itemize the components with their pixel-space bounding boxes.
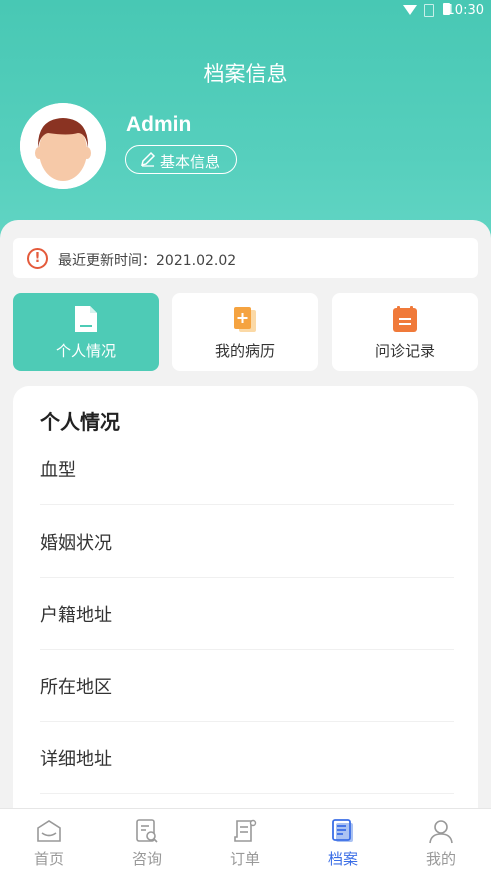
medical-record-icon bbox=[234, 307, 256, 332]
field-label: 户籍地址 bbox=[40, 605, 112, 626]
nav-profile-label: 我的 bbox=[425, 850, 456, 868]
field-marital-status[interactable]: 婚姻状况 bbox=[40, 505, 454, 578]
nav-order-label: 订单 bbox=[229, 850, 260, 868]
tab-consultation-record-label: 问诊记录 bbox=[374, 342, 435, 360]
tab-medical-record-label: 我的病历 bbox=[214, 342, 275, 360]
nav-home-label: 首页 bbox=[33, 850, 64, 868]
consultation-record-icon bbox=[393, 306, 417, 332]
edit-icon bbox=[140, 151, 156, 167]
archive-icon bbox=[332, 819, 353, 842]
nav-archive-label: 档案 bbox=[327, 850, 358, 868]
nav-consult-label: 咨询 bbox=[131, 850, 162, 868]
personal-info-card: 个人情况 血型 婚姻状况 户籍地址 所在地区 详细地址 bbox=[13, 386, 478, 816]
update-notice: ! 最近更新时间：2021.02.02 bbox=[13, 238, 478, 278]
tab-personal[interactable]: 个人情况 bbox=[13, 293, 159, 371]
status-time: 10:30 bbox=[446, 3, 484, 18]
wifi-icon bbox=[403, 5, 417, 15]
field-household-address[interactable]: 户籍地址 bbox=[40, 577, 454, 650]
nav-order[interactable]: 订单 bbox=[196, 809, 294, 875]
avatar[interactable] bbox=[20, 103, 106, 189]
nav-archive[interactable]: 档案 bbox=[294, 809, 392, 875]
home-icon bbox=[37, 820, 61, 842]
field-label: 详细地址 bbox=[40, 749, 112, 770]
field-region[interactable]: 所在地区 bbox=[40, 649, 454, 722]
tab-medical-record[interactable]: 我的病历 bbox=[172, 293, 318, 371]
nav-home[interactable]: 首页 bbox=[0, 809, 98, 875]
profile-icon bbox=[429, 820, 453, 844]
document-icon bbox=[75, 306, 97, 332]
username: Admin bbox=[126, 113, 192, 136]
sim-icon bbox=[424, 4, 434, 17]
tab-personal-label: 个人情况 bbox=[55, 342, 116, 360]
alert-icon: ! bbox=[27, 248, 48, 269]
field-label: 所在地区 bbox=[40, 677, 112, 698]
field-detailed-address[interactable]: 详细地址 bbox=[40, 721, 454, 794]
field-label: 婚姻状况 bbox=[40, 533, 112, 554]
status-bar: 10:30 bbox=[291, 0, 491, 22]
nav-consult[interactable]: 咨询 bbox=[98, 809, 196, 875]
content-panel: ! 最近更新时间：2021.02.02 个人情况 我的病历 问诊记录 个人情况 bbox=[0, 220, 491, 816]
page-title: 档案信息 bbox=[203, 62, 288, 86]
bottom-nav: 首页 咨询 订单 档案 我的 bbox=[0, 808, 491, 875]
tab-consultation-record[interactable]: 问诊记录 bbox=[332, 293, 478, 371]
basic-info-button[interactable]: 基本信息 bbox=[125, 145, 237, 174]
nav-profile[interactable]: 我的 bbox=[392, 809, 490, 875]
order-icon bbox=[234, 819, 257, 842]
update-time: 最近更新时间：2021.02.02 bbox=[58, 253, 237, 269]
basic-info-label: 基本信息 bbox=[160, 153, 221, 171]
card-title: 个人情况 bbox=[40, 410, 120, 434]
consult-icon bbox=[136, 819, 158, 843]
field-label: 血型 bbox=[40, 460, 76, 481]
field-blood-type[interactable]: 血型 bbox=[40, 432, 454, 505]
